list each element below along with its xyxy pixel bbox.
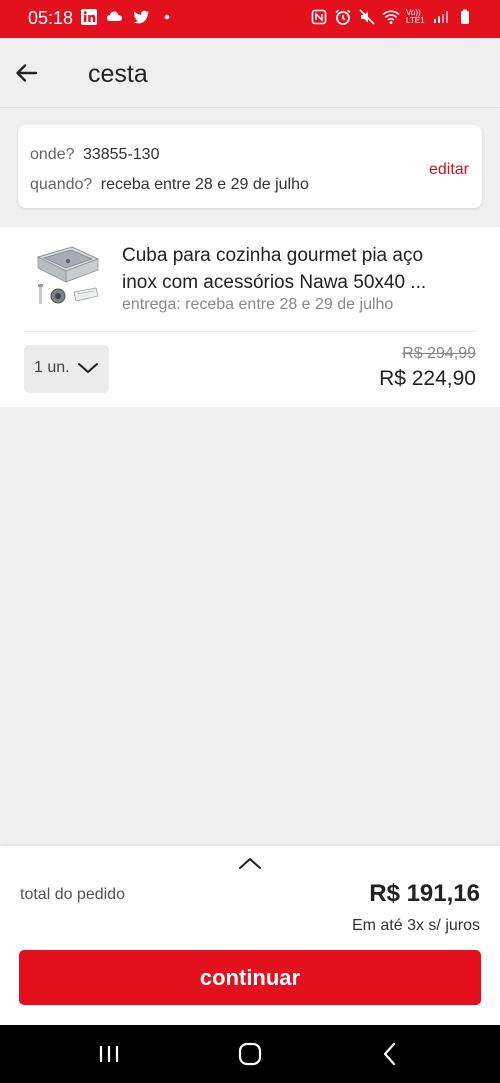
recent-apps-icon[interactable] xyxy=(94,1039,124,1069)
chevron-up-icon[interactable] xyxy=(237,854,263,872)
status-notification-icons xyxy=(80,8,176,26)
item-price: R$ 224,90 xyxy=(379,367,476,390)
back-arrow-icon[interactable] xyxy=(10,56,44,90)
signal-icon xyxy=(434,11,448,23)
status-system-icons: Vo)) LTE1 xyxy=(310,8,474,26)
product-image[interactable] xyxy=(32,241,102,311)
delivery-info-card: onde? 33855-130 quando? receba entre 28 … xyxy=(18,125,482,208)
order-total: R$ 191,16 xyxy=(369,880,480,907)
where-label: onde? xyxy=(30,146,75,163)
original-price: R$ 294,99 xyxy=(402,345,476,362)
delivery-when-row: quando? receba entre 28 e 29 de julho xyxy=(30,176,309,194)
system-back-icon[interactable] xyxy=(375,1039,405,1069)
postal-code: 33855-130 xyxy=(82,146,160,163)
delivery-where-row: onde? 33855-130 xyxy=(30,146,159,164)
divider xyxy=(24,331,476,332)
app-header: cesta xyxy=(0,38,500,108)
dot-icon xyxy=(164,14,170,20)
cloud-icon xyxy=(107,11,122,21)
mute-icon xyxy=(359,9,375,25)
page-title: cesta xyxy=(88,60,148,88)
edit-delivery-link[interactable]: editar xyxy=(429,161,469,179)
chevron-down-icon xyxy=(78,363,98,373)
product-title[interactable]: Cuba para cozinha gourmet pia aço inox c… xyxy=(122,242,452,296)
linkedin-icon xyxy=(81,9,97,25)
status-bar: 05:18 Vo)) LTE1 xyxy=(0,0,500,38)
alarm-icon xyxy=(335,9,351,25)
continue-button[interactable]: continuar xyxy=(19,950,481,1005)
volte-icon: Vo)) LTE1 xyxy=(406,8,425,25)
order-summary: total do pedido R$ 191,16 Em até 3x s/ j… xyxy=(0,846,500,1025)
quantity-select[interactable]: 1 un. xyxy=(24,345,109,393)
twitter-icon xyxy=(133,10,149,24)
wifi-icon xyxy=(382,10,400,24)
when-label: quando? xyxy=(30,176,93,193)
nfc-icon xyxy=(311,9,327,25)
quantity-value: 1 un. xyxy=(34,359,70,376)
home-icon[interactable] xyxy=(235,1039,265,1069)
installments-info: Em até 3x s/ juros xyxy=(351,917,480,934)
cart-item: Cuba para cozinha gourmet pia aço inox c… xyxy=(0,227,500,407)
delivery-window: receba entre 28 e 29 de julho xyxy=(100,176,309,193)
battery-icon xyxy=(461,9,469,24)
status-time: 05:18 xyxy=(28,8,74,28)
total-label: total do pedido xyxy=(20,886,125,903)
system-nav-bar xyxy=(0,1025,500,1083)
product-delivery-estimate: entrega: receba entre 28 e 29 de julho xyxy=(122,296,394,313)
